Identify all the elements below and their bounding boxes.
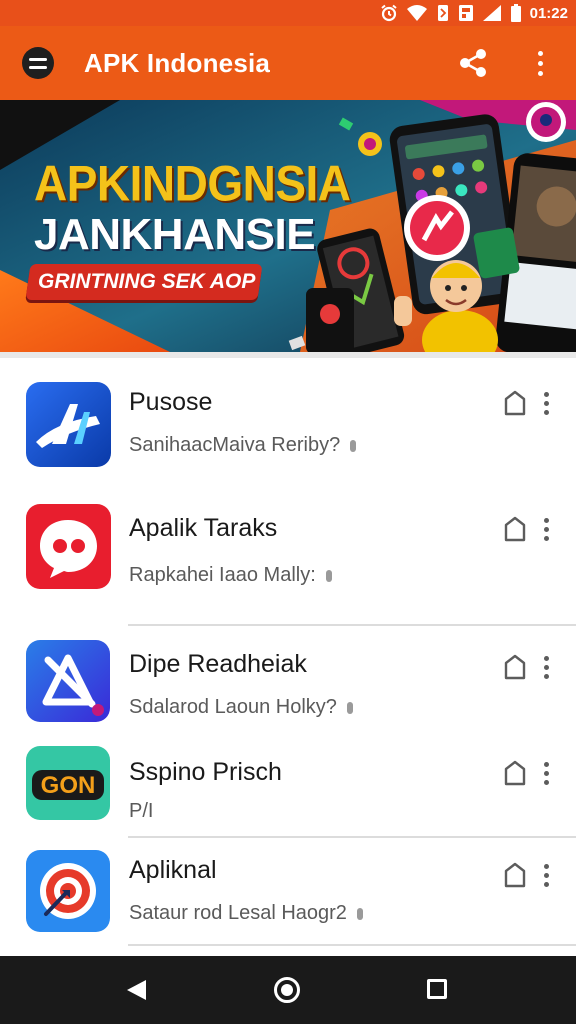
- back-icon[interactable]: [124, 978, 148, 1007]
- app-name: Pusose: [129, 388, 213, 416]
- app-name: Sspino Prisch: [129, 758, 282, 786]
- bookmark-icon[interactable]: [503, 862, 527, 888]
- bookmark-icon[interactable]: [503, 516, 527, 542]
- more-vert-icon[interactable]: [528, 46, 552, 80]
- list-item[interactable]: Apalik Taraks Rapkahei Iaao Mally:: [0, 482, 576, 624]
- more-vert-icon[interactable]: [540, 760, 552, 786]
- vibrate-icon: [436, 4, 450, 22]
- status-icons: 01:22: [380, 3, 568, 23]
- target-arrow-logo-icon: [26, 850, 110, 932]
- app-title: APK Indonesia: [84, 48, 271, 78]
- gon-logo-icon: GON: [26, 746, 110, 820]
- app-name: Apliknal: [129, 856, 217, 884]
- app-name: Dipe Readheiak: [129, 650, 307, 678]
- banner-headline: APKINDGNSIA: [34, 155, 351, 212]
- status-bar: 01:22: [0, 0, 576, 26]
- list-item[interactable]: Pusose SanihaacMaiva Reriby?: [0, 358, 576, 482]
- more-vert-icon[interactable]: [540, 654, 552, 680]
- banner-subheadline: JANKHANSIE: [34, 210, 316, 259]
- bookmark-icon[interactable]: [503, 654, 527, 680]
- promo-banner[interactable]: APKINDGNSIA JANKHANSIE GRINTNING SEK AOP: [0, 100, 576, 352]
- bookmark-icon[interactable]: [503, 390, 527, 416]
- list-item[interactable]: GON Sspino Prisch P/I: [0, 740, 576, 836]
- app-list: Pusose SanihaacMaiva Reriby? Apalik Tara…: [0, 358, 576, 956]
- more-vert-icon[interactable]: [540, 862, 552, 888]
- share-icon[interactable]: [456, 46, 490, 80]
- stylized-a-logo-icon: [26, 382, 111, 467]
- recents-icon[interactable]: [427, 979, 447, 999]
- divider: [128, 944, 576, 946]
- app-subtitle: P/I: [129, 800, 154, 822]
- battery-icon: [510, 4, 522, 22]
- list-item[interactable]: Dipe Readheiak Sdalarod Laoun Holky?: [0, 626, 576, 740]
- bookmark-icon[interactable]: [503, 760, 527, 786]
- app-bar: APK Indonesia: [0, 26, 576, 100]
- menu-icon[interactable]: [22, 47, 54, 79]
- alarm-icon: [380, 4, 398, 22]
- app-subtitle: SanihaacMaiva Reriby?: [129, 434, 357, 457]
- wifi-icon: [406, 4, 428, 22]
- app-name: Apalik Taraks: [129, 514, 278, 542]
- svg-text:GON: GON: [41, 772, 96, 799]
- banner-ribbon-text: GRINTNING SEK AOP: [38, 270, 256, 293]
- app-subtitle: Sataur rod Lesal Haogr2: [129, 902, 363, 925]
- app-subtitle: Sdalarod Laoun Holky?: [129, 696, 353, 719]
- signal-icon: [482, 4, 502, 22]
- app-subtitle: Rapkahei Iaao Mally:: [129, 564, 332, 587]
- nfc-icon: [458, 4, 474, 22]
- more-vert-icon[interactable]: [540, 390, 552, 416]
- system-nav-bar: [0, 956, 576, 1024]
- crossed-triangle-logo-icon: [26, 640, 110, 722]
- list-item[interactable]: Apliknal Sataur rod Lesal Haogr2: [0, 838, 576, 944]
- chat-bubble-logo-icon: [26, 504, 111, 589]
- status-time: 01:22: [529, 4, 568, 22]
- more-vert-icon[interactable]: [540, 516, 552, 542]
- home-icon[interactable]: [274, 977, 300, 1003]
